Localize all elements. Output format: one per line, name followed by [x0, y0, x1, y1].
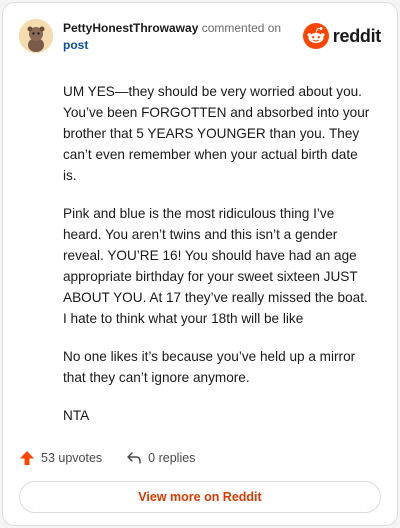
action-text: commented on [201, 21, 282, 35]
comment-paragraph-3: No one likes it’s because you’ve held up… [63, 349, 356, 385]
comment-paragraph-4: NTA [63, 408, 90, 423]
comment-header: PettyHonestThrowaway commented on post r… [19, 19, 381, 55]
user-avatar[interactable] [19, 19, 53, 53]
snoo-avatar-icon [19, 19, 53, 53]
reply-button[interactable]: 0 replies [126, 450, 195, 466]
reddit-logo[interactable]: reddit [302, 23, 382, 49]
view-more-button[interactable]: View more on Reddit [19, 481, 381, 513]
reddit-wordmark: reddit [332, 25, 382, 46]
upvote-button[interactable]: 53 upvotes [19, 450, 102, 466]
reply-arrow-icon [127, 452, 141, 464]
comment-card: PettyHonestThrowaway commented on post r… [2, 2, 398, 526]
reddit-alien-icon [302, 23, 329, 49]
upvote-count: 53 upvotes [41, 451, 103, 465]
comment-paragraph-1: UM YES—they should be very worried about… [63, 84, 370, 183]
reply-count: 0 replies [148, 451, 196, 465]
comment-meta: PettyHonestThrowaway commented on post [63, 20, 281, 54]
upvote-arrow-icon [20, 451, 34, 465]
comment-body: UM YES—they should be very worried about… [63, 81, 375, 443]
comment-actions: 53 upvotes 0 replies [19, 447, 219, 469]
post-link[interactable]: post [63, 37, 281, 54]
username[interactable]: PettyHonestThrowaway [63, 21, 198, 35]
comment-paragraph-2: Pink and blue is the most ridiculous thi… [63, 206, 368, 326]
